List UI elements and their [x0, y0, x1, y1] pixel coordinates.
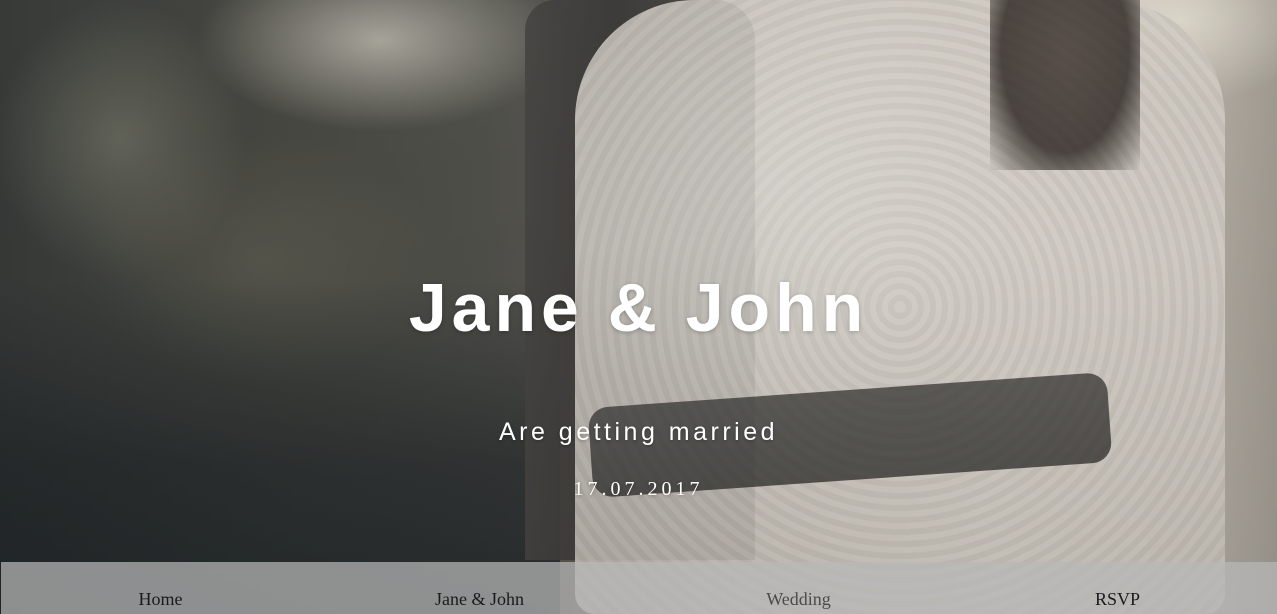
nav-item-wedding[interactable]: Wedding — [639, 562, 958, 614]
hero-title: Jane & John — [408, 270, 869, 346]
nav-item-home[interactable]: Home — [1, 562, 320, 614]
hero-date: 17.07.2017 — [573, 478, 704, 500]
nav-item-rsvp[interactable]: RSVP — [958, 562, 1277, 614]
main-nav: Home Jane & John Wedding RSVP — [1, 562, 1277, 614]
hero-subtitle: Are getting married — [498, 418, 779, 446]
nav-item-jane-john[interactable]: Jane & John — [320, 562, 639, 614]
hero-section: Jane & John Are getting married 17.07.20… — [0, 0, 1277, 614]
